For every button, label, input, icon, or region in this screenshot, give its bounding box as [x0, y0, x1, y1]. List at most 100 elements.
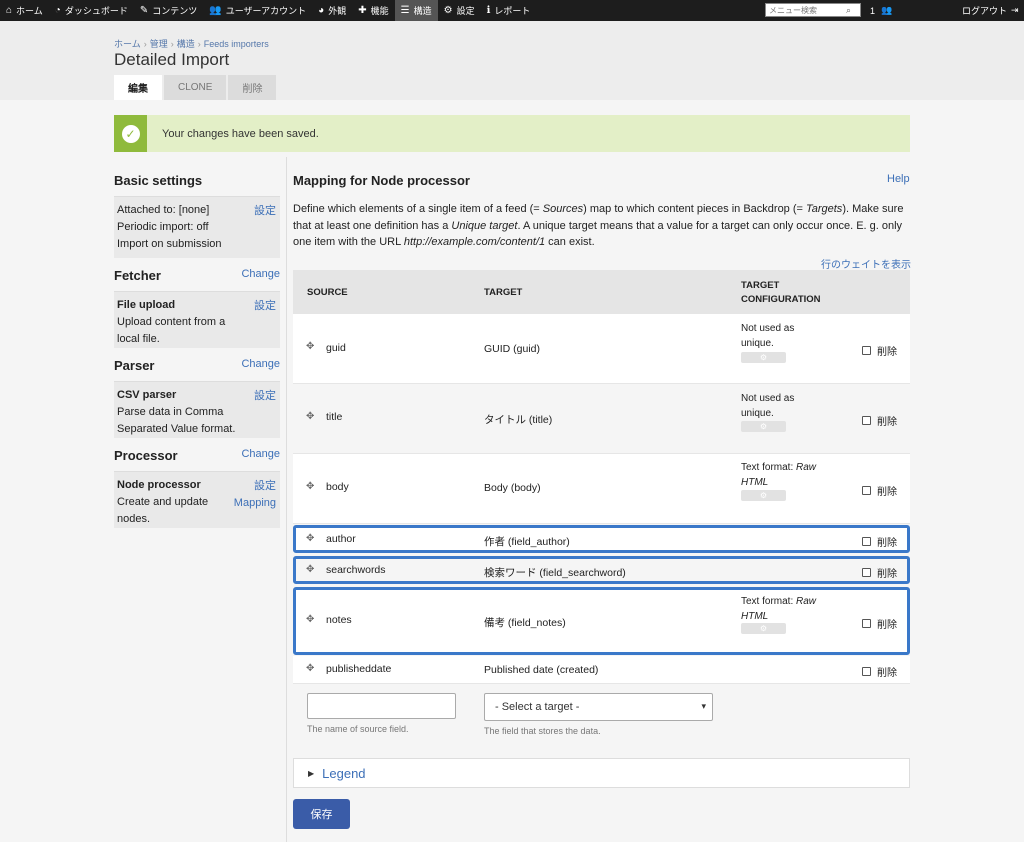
row-delete[interactable]: 削除 — [862, 413, 897, 428]
row-source: body — [326, 481, 349, 493]
tab-clone[interactable]: CLONE — [164, 75, 227, 100]
col-config-line2: CONFIGURATION — [741, 294, 821, 305]
toolbar-settings[interactable]: ⚙ 設定 — [438, 0, 481, 21]
toolbar-appearance[interactable]: ◕ 外観 — [312, 0, 352, 21]
fetcher-settings-link[interactable]: 設定 — [254, 298, 276, 315]
basic-settings-heading: Basic settings — [114, 165, 280, 196]
toolbar-dashboard[interactable]: ◔ ダッシュボード — [49, 0, 134, 21]
tab-edit[interactable]: 編集 — [114, 75, 162, 100]
caret-right-icon: ▶ — [308, 768, 315, 778]
drag-handle-icon[interactable]: ✥ — [306, 533, 314, 544]
parser-change-link[interactable]: Change — [241, 358, 280, 370]
row-delete[interactable]: 削除 — [862, 483, 897, 498]
fetcher-name: File upload — [117, 297, 277, 314]
menu-search-input[interactable] — [766, 4, 846, 16]
parser-name-text: CSV parser — [117, 389, 177, 401]
breadcrumb-admin[interactable]: 管理 — [150, 39, 168, 49]
toolbar-structure-label: 構造 — [413, 6, 432, 16]
pencil-icon: ✎ — [139, 4, 149, 16]
mapping-table-header: SOURCE TARGET TARGET CONFIGURATION — [293, 270, 910, 314]
show-row-weights-link[interactable]: 行のウェイトを表示 — [821, 256, 911, 271]
new-target-hint: The field that stores the data. — [484, 726, 601, 736]
drag-handle-icon[interactable]: ✥ — [306, 564, 314, 575]
search-icon[interactable]: ⌕ — [846, 5, 851, 16]
toolbar-functions-label: 機能 — [370, 6, 389, 16]
drag-handle-icon[interactable]: ✥ — [306, 341, 314, 352]
delete-checkbox[interactable] — [862, 568, 871, 577]
info-icon: ℹ — [486, 4, 491, 16]
new-target-select-value: - Select a target - — [495, 701, 580, 713]
drag-handle-icon[interactable]: ✥ — [306, 614, 314, 625]
delete-checkbox[interactable] — [862, 537, 871, 546]
toolbar-structure[interactable]: ☰ 構造 — [394, 0, 438, 21]
toolbar-home[interactable]: ⌂ ホーム — [0, 0, 49, 21]
row-config: Not used as unique. — [741, 391, 821, 421]
processor-mapping-link[interactable]: Mapping — [234, 495, 276, 512]
breadcrumb-structure[interactable]: 構造 — [177, 39, 195, 49]
gear-icon[interactable]: ⚙ — [741, 352, 786, 363]
row-target: Published date (created) — [484, 664, 599, 676]
toolbar-reports[interactable]: ℹ レポート — [481, 0, 537, 21]
parser-settings-link[interactable]: 設定 — [254, 388, 276, 405]
row-delete[interactable]: 削除 — [862, 565, 897, 580]
delete-checkbox[interactable] — [862, 619, 871, 628]
row-delete[interactable]: 削除 — [862, 616, 897, 631]
row-source: publisheddate — [326, 663, 392, 675]
processor-change-link[interactable]: Change — [241, 448, 280, 460]
user-count[interactable]: 1 👥 — [870, 0, 892, 21]
fetcher-name-text: File upload — [117, 299, 176, 311]
toolbar-functions[interactable]: ✚ 機能 — [352, 0, 394, 21]
toolbar-content[interactable]: ✎ コンテンツ — [134, 0, 203, 21]
row-delete[interactable]: 削除 — [862, 343, 897, 358]
row-config-text: Not used as — [741, 393, 795, 404]
gear-icon[interactable]: ⚙ — [741, 623, 786, 634]
mapping-row-highlighted: ✥ searchwords 検索ワード (field_searchword) 削… — [293, 556, 910, 584]
import-on-submission-line: Import on submission — [117, 238, 222, 250]
fetcher-box: File upload Upload content from a local … — [114, 291, 280, 348]
fetcher-change-link[interactable]: Change — [241, 268, 280, 280]
structure-icon: ☰ — [400, 4, 410, 16]
toolbar-home-label: ホーム — [16, 6, 43, 16]
row-source: author — [326, 533, 356, 545]
new-target-select[interactable]: - Select a target - ▾ — [484, 693, 713, 721]
toolbar-accounts[interactable]: 👥 ユーザーアカウント — [203, 0, 312, 21]
save-button[interactable]: 保存 — [293, 799, 350, 829]
row-delete[interactable]: 削除 — [862, 534, 897, 549]
drag-handle-icon[interactable]: ✥ — [306, 411, 314, 422]
breadcrumb-feeds-importers[interactable]: Feeds importers — [204, 39, 269, 49]
drag-handle-icon[interactable]: ✥ — [306, 481, 314, 492]
row-config-text: unique. — [741, 338, 774, 349]
delete-label: 削除 — [877, 569, 897, 580]
gear-icon[interactable]: ⚙ — [741, 490, 786, 501]
parser-heading: Parser Change — [114, 350, 280, 381]
check-icon: ✓ — [121, 124, 140, 143]
processor-settings-link[interactable]: 設定 — [254, 478, 276, 495]
breadcrumb-home[interactable]: ホーム — [114, 39, 141, 49]
delete-checkbox[interactable] — [862, 486, 871, 495]
gear-icon[interactable]: ⚙ — [741, 421, 786, 432]
toolbar-appearance-label: 外観 — [328, 6, 347, 16]
new-source-input[interactable] — [307, 693, 456, 719]
processor-desc: Create and update nodes. — [117, 496, 209, 525]
periodic-import-line: Periodic import: off — [117, 221, 209, 233]
delete-checkbox[interactable] — [862, 416, 871, 425]
delete-label: 削除 — [877, 538, 897, 549]
primary-tabs: 編集 CLONE 削除 — [114, 75, 278, 100]
row-config: Text format: Raw HTML — [741, 594, 821, 624]
logout-link[interactable]: ログアウト ⇥ — [962, 0, 1019, 21]
help-link[interactable]: Help — [887, 173, 910, 185]
basic-settings-link[interactable]: 設定 — [254, 203, 276, 220]
toolbar-accounts-label: ユーザーアカウント — [225, 6, 307, 16]
row-delete[interactable]: 削除 — [862, 664, 897, 679]
processor-title: Processor — [114, 448, 178, 463]
drag-handle-icon[interactable]: ✥ — [306, 663, 314, 674]
processor-heading: Processor Change — [114, 440, 280, 471]
legend-fieldset[interactable]: ▶ Legend — [293, 758, 910, 788]
delete-checkbox[interactable] — [862, 346, 871, 355]
processor-name-text: Node processor — [117, 479, 201, 491]
delete-checkbox[interactable] — [862, 667, 871, 676]
tab-delete[interactable]: 削除 — [228, 75, 277, 100]
fetcher-heading: Fetcher Change — [114, 260, 280, 291]
column-divider — [286, 157, 287, 842]
col-source: SOURCE — [307, 287, 348, 298]
